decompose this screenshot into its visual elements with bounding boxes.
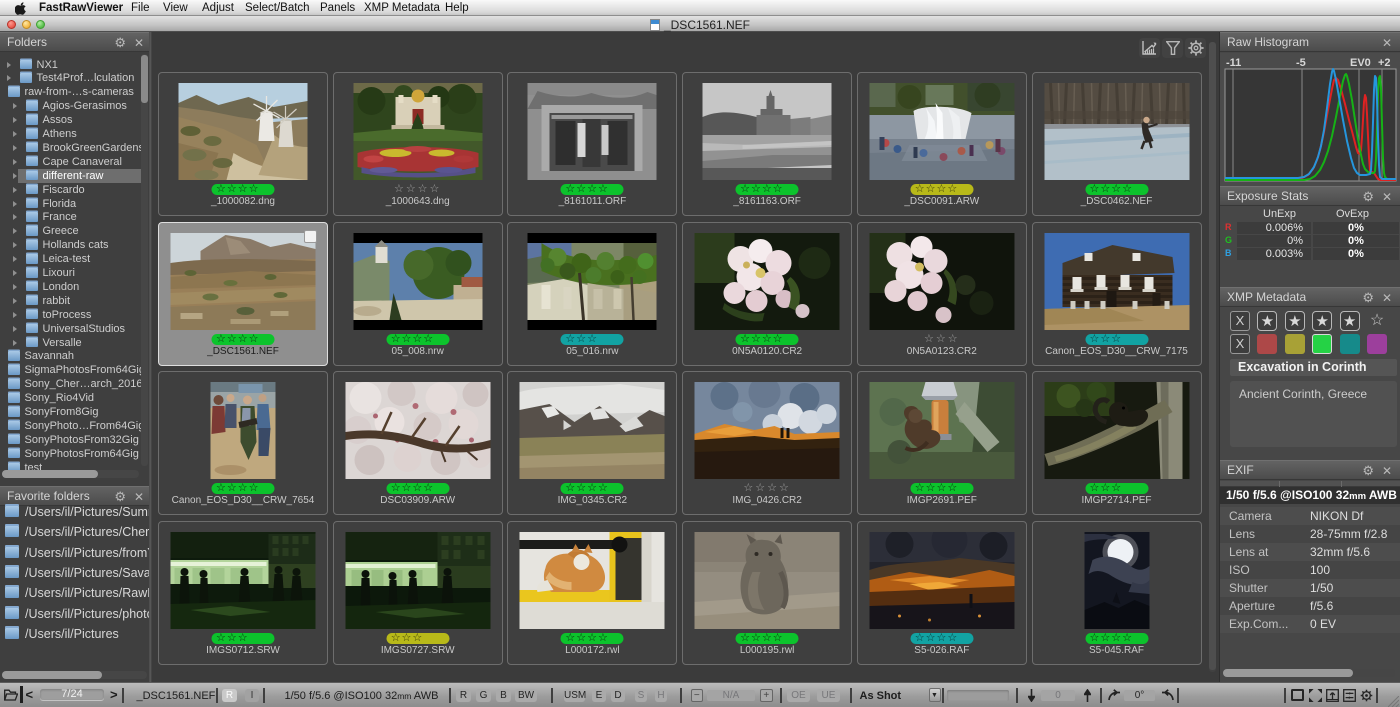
svg-text:EV0: EV0 [1350, 57, 1371, 69]
svg-text:-11: -11 [1226, 57, 1241, 69]
svg-text:-5: -5 [1296, 57, 1306, 69]
svg-text:+2: +2 [1378, 57, 1391, 69]
